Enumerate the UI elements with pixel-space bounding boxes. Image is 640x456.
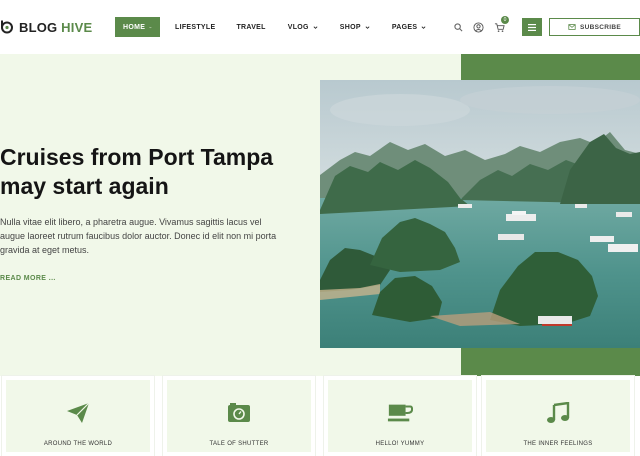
chevron-down-icon: [365, 25, 370, 29]
nav-item-label: HOME: [123, 23, 146, 31]
user-icon[interactable]: [472, 21, 484, 33]
search-icon[interactable]: [452, 21, 464, 33]
category-label: THE INNER FEELINGS: [523, 441, 593, 447]
subscribe-button[interactable]: SUBSCRIBE: [549, 18, 640, 36]
nav-item-label: TRAVEL: [236, 23, 266, 31]
mail-icon: [568, 24, 576, 30]
chevron-down-icon: [313, 25, 318, 29]
category-label: HELLO! YUMMY: [375, 441, 425, 447]
cart-icon[interactable]: 0: [493, 16, 509, 33]
nav-item-home[interactable]: HOME: [115, 17, 160, 37]
cart-count-badge: 0: [501, 16, 509, 24]
read-more-link[interactable]: READ MORE ...: [0, 275, 56, 282]
logo-accent: HIVE: [61, 19, 93, 35]
music-note-icon: [545, 400, 571, 426]
hero-title[interactable]: Cruises from Port Tampa may start again: [0, 143, 300, 201]
menu-button[interactable]: [522, 18, 542, 36]
logo-main: BLOG: [19, 19, 58, 35]
menu-icon: [528, 23, 536, 31]
logo-mark-icon: [0, 20, 14, 34]
nav-item-lifestyle[interactable]: LIFESTYLE: [175, 17, 215, 37]
nav-item-shop[interactable]: SHOP: [340, 17, 370, 37]
chevron-down-icon: [421, 25, 426, 29]
hero-description: Nulla vitae elit libero, a pharetra augu…: [0, 217, 277, 255]
coffee-cup-icon: [387, 400, 413, 426]
hero-accent-block: [461, 54, 640, 80]
hero-image[interactable]: [320, 80, 640, 348]
hero-accent-block: [461, 348, 640, 376]
category-card[interactable]: AROUND THE WORLD: [1, 375, 155, 456]
nav-item-label: LIFESTYLE: [175, 23, 216, 31]
nav-item-travel[interactable]: TRAVEL: [236, 17, 265, 37]
chevron-down-icon: [149, 26, 152, 28]
site-header: BLOG HIVE HOME LIFESTYLE TRAVEL VLOG SHO…: [0, 0, 640, 54]
header-tools: 0: [452, 16, 509, 36]
category-card[interactable]: HELLO! YUMMY: [323, 375, 477, 456]
category-card[interactable]: THE INNER FEELINGS: [481, 375, 635, 456]
main-nav: HOME LIFESTYLE TRAVEL VLOG SHOP PAGES: [115, 17, 426, 37]
nav-item-vlog[interactable]: VLOG: [288, 17, 318, 37]
nav-item-pages[interactable]: PAGES: [392, 17, 427, 37]
nav-item-label: PAGES: [391, 23, 418, 31]
paper-plane-icon: [65, 400, 91, 426]
category-card[interactable]: TALE OF SHUTTER: [162, 375, 316, 456]
camera-icon: [226, 400, 252, 426]
nav-item-label: VLOG: [287, 23, 309, 31]
nav-item-label: SHOP: [339, 23, 361, 31]
site-logo[interactable]: BLOG HIVE: [0, 16, 92, 38]
logo-text: BLOG HIVE: [19, 20, 92, 35]
category-label: AROUND THE WORLD: [43, 441, 113, 447]
category-label: TALE OF SHUTTER: [209, 441, 269, 447]
subscribe-label: SUBSCRIBE: [580, 23, 621, 31]
